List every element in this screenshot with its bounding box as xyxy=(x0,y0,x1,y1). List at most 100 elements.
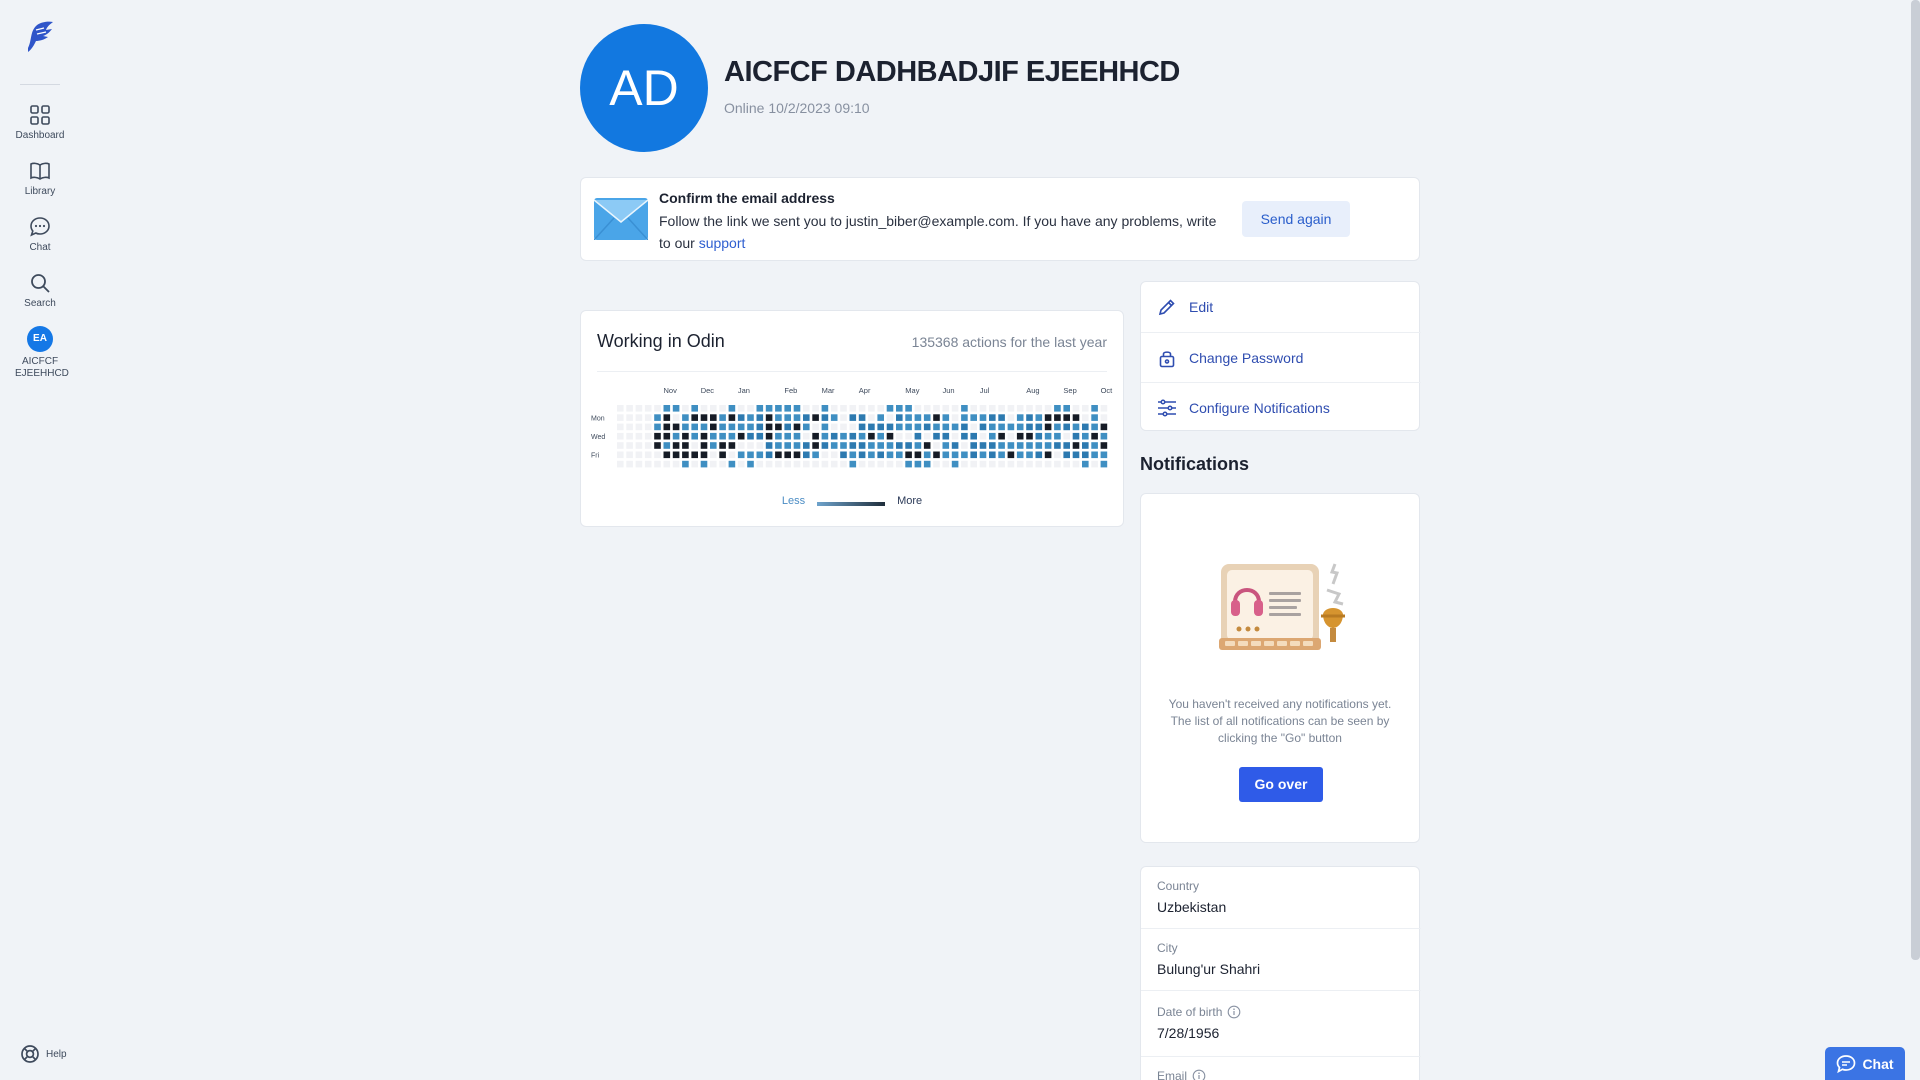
heatmap-cell xyxy=(1091,405,1098,412)
page-scrollbar[interactable] xyxy=(1911,0,1920,960)
heatmap-cell xyxy=(914,405,922,412)
heatmap-cell xyxy=(784,442,791,449)
heatmap-month-label: Dec xyxy=(701,386,715,395)
heatmap-cell xyxy=(923,460,931,468)
activity-heatmap: Nov Dec Jan Feb Mar Apr May Jun Jul Aug Sep Oct Mon W… xyxy=(591,386,1113,468)
support-link[interactable]: support xyxy=(699,235,746,251)
help-link[interactable]: Help xyxy=(20,1044,67,1064)
heatmap-cell xyxy=(803,423,810,431)
heatmap-cell xyxy=(803,451,810,459)
heatmap-cell xyxy=(896,405,903,412)
heatmap-cell xyxy=(989,405,996,412)
info-label-row: Date of birth xyxy=(1157,1005,1421,1019)
send-again-button[interactable]: Send again xyxy=(1242,201,1350,237)
info-label-row: Email xyxy=(1157,1069,1421,1080)
heatmap-cell xyxy=(1016,414,1024,421)
heatmap-cell xyxy=(868,451,875,459)
edit-button[interactable]: Edit xyxy=(1141,282,1421,332)
heatmap-cell xyxy=(849,423,857,431)
heatmap-cell xyxy=(858,432,866,440)
heatmap-cell xyxy=(905,451,912,459)
heatmap-cell xyxy=(840,460,847,468)
heatmap-cell xyxy=(905,432,912,440)
heatmap-cell xyxy=(626,405,633,412)
heatmap-cell xyxy=(858,414,866,421)
heatmap-cell xyxy=(682,442,689,449)
heatmap-cell xyxy=(672,423,680,431)
change-password-button[interactable]: Change Password xyxy=(1141,332,1421,382)
heatmap-cell xyxy=(998,442,1005,449)
heatmap-cell xyxy=(812,432,819,440)
heatmap-cell xyxy=(998,451,1005,459)
sidebar-item-search[interactable]: Search xyxy=(0,272,80,310)
heatmap-cell xyxy=(1035,460,1043,468)
heatmap-cell xyxy=(1016,432,1024,440)
heatmap-cell xyxy=(663,405,671,412)
heatmap-cell xyxy=(644,405,652,412)
heatmap-cell xyxy=(1035,432,1043,440)
sidebar-item-chat[interactable]: Chat xyxy=(0,216,80,254)
sidebar-user-name: AICFCF EJEEHHCD xyxy=(15,356,69,379)
heatmap-cell xyxy=(1054,451,1061,459)
heatmap-cell xyxy=(840,423,847,431)
heatmap-cell xyxy=(868,423,875,431)
heatmap-cell xyxy=(858,460,866,468)
heatmap-cell xyxy=(747,423,754,431)
sidebar-item-library[interactable]: Library xyxy=(0,160,80,198)
heatmap-cell xyxy=(951,405,959,412)
heatmap-cell xyxy=(1091,451,1098,459)
heatmap-cell xyxy=(961,432,968,440)
heatmap-cell xyxy=(1054,432,1061,440)
heatmap-cell xyxy=(830,442,838,449)
info-icon[interactable] xyxy=(1192,1069,1206,1080)
sidebar-item-profile[interactable]: EA AICFCF EJEEHHCD xyxy=(0,326,80,380)
chat-bubble-icon xyxy=(1837,1054,1856,1073)
heatmap-cell xyxy=(1054,405,1061,412)
legend-gradient xyxy=(817,502,886,506)
sidebar-item-dashboard[interactable]: Dashboard xyxy=(0,104,80,142)
heatmap-cell xyxy=(830,405,838,412)
heatmap-month-label: Apr xyxy=(859,386,871,395)
edit-label: Edit xyxy=(1189,299,1214,315)
heatmap-cell xyxy=(933,460,940,468)
info-row-birth: Date of birth 7/28/1956 xyxy=(1141,991,1421,1057)
chat-widget-button[interactable]: Chat xyxy=(1825,1047,1905,1080)
lifebuoy-icon xyxy=(21,1045,39,1063)
configure-notifications-button[interactable]: Configure Notifications xyxy=(1141,382,1421,432)
go-over-button[interactable]: Go over xyxy=(1239,767,1323,802)
heatmap-cell xyxy=(644,442,652,449)
heatmap-cell xyxy=(979,460,987,468)
heatmap-cell xyxy=(989,423,996,431)
heatmap-cell xyxy=(672,405,680,412)
heatmap-day-label: Fri xyxy=(591,453,600,460)
heatmap-cell xyxy=(700,414,708,421)
heatmap-cell xyxy=(710,414,717,421)
heatmap-cell xyxy=(877,405,884,412)
empty-notifications-illustration xyxy=(1219,563,1345,650)
heatmap-cell xyxy=(942,442,950,449)
heatmap-cell xyxy=(756,442,764,449)
heatmap-cell xyxy=(635,432,643,440)
heatmap-cell xyxy=(933,414,940,421)
heatmap-cell xyxy=(793,423,801,431)
heatmap-cell xyxy=(803,460,810,468)
heatmap-cell xyxy=(858,442,866,449)
heatmap-month-label: Sep xyxy=(1063,386,1076,395)
heatmap-cell xyxy=(626,442,633,449)
heatmap-cell xyxy=(998,432,1005,440)
heatmap-cell xyxy=(1072,460,1080,468)
heatmap-cell xyxy=(1016,460,1024,468)
logo-icon[interactable] xyxy=(22,18,56,54)
heatmap-cell xyxy=(840,451,847,459)
heatmap-cell xyxy=(970,432,977,440)
info-icon[interactable] xyxy=(1227,1005,1241,1019)
heatmap-cell xyxy=(961,423,968,431)
heatmap-cell xyxy=(830,451,838,459)
heatmap-cell xyxy=(914,414,922,421)
heatmap-cell xyxy=(1091,423,1098,431)
heatmap-cell xyxy=(812,414,819,421)
heatmap-cell xyxy=(1091,460,1098,468)
heatmap-cell xyxy=(1063,451,1070,459)
heatmap-cell xyxy=(691,460,698,468)
heatmap-cell xyxy=(989,451,996,459)
